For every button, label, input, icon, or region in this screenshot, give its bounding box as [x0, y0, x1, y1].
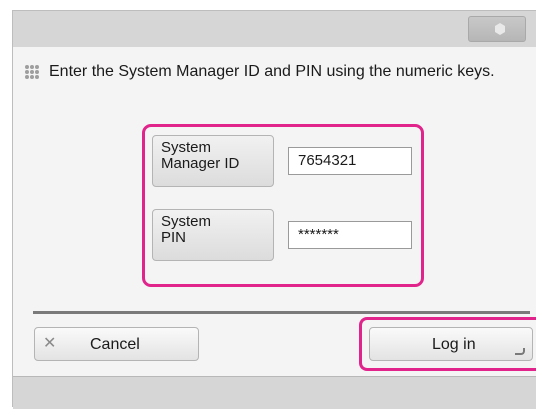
bottom-bar: [13, 376, 536, 409]
cancel-label: Cancel: [90, 336, 140, 353]
close-icon: ✕: [43, 335, 57, 352]
status-button[interactable]: [468, 16, 526, 42]
cube-icon: [495, 23, 505, 35]
manager-id-label[interactable]: System Manager ID: [152, 135, 274, 187]
credentials-highlight: System Manager ID 7654321 System PIN ***…: [142, 124, 424, 287]
manager-id-field[interactable]: 7654321: [288, 147, 412, 175]
pin-label-line1: System: [161, 213, 212, 230]
pin-label[interactable]: System PIN: [152, 209, 274, 261]
screen-panel: Enter the System Manager ID and PIN usin…: [12, 10, 536, 409]
manager-id-label-line2: Manager ID: [161, 155, 240, 172]
login-dialog: Enter the System Manager ID and PIN usin…: [13, 47, 536, 376]
login-button[interactable]: Log in: [369, 327, 533, 361]
pin-field[interactable]: *******: [288, 221, 412, 249]
info-dots-icon: [25, 65, 39, 79]
manager-id-label-line1: System: [161, 139, 212, 156]
top-bar: [13, 11, 536, 48]
enter-icon: [515, 348, 525, 355]
cancel-button[interactable]: ✕ Cancel: [34, 327, 199, 361]
instruction-text: Enter the System Manager ID and PIN usin…: [49, 63, 495, 80]
login-label: Log in: [432, 336, 476, 353]
divider: [33, 311, 530, 314]
pin-label-line2: PIN: [161, 229, 187, 246]
